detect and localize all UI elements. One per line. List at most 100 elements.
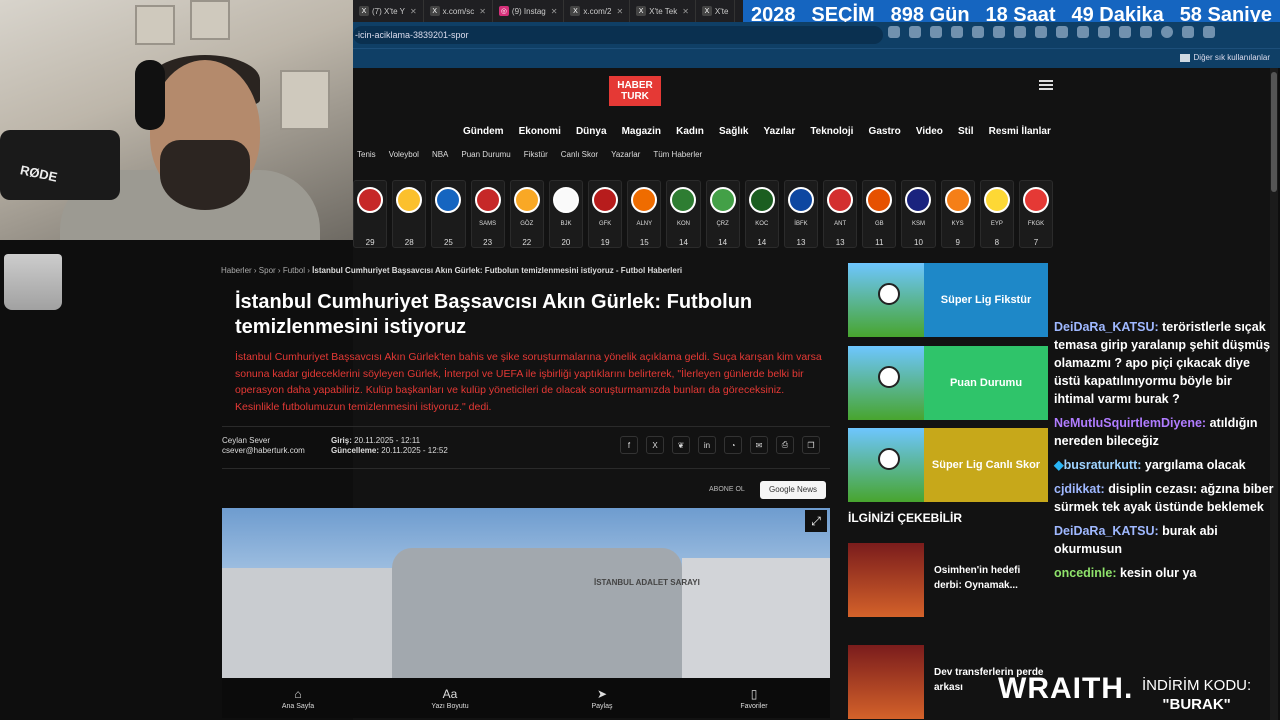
team-badge[interactable]: GÖZ 22 <box>509 180 544 248</box>
other-bookmarks[interactable]: Diğer sık kullanılanlar <box>1179 53 1270 62</box>
sub-nav-item[interactable]: Tüm Haberler <box>653 150 702 159</box>
main-nav-item[interactable]: Sağlık <box>719 126 748 137</box>
team-badge[interactable]: ÇRZ 14 <box>705 180 740 248</box>
x-icon: X <box>701 6 712 16</box>
extension-icon[interactable] <box>972 26 984 38</box>
sub-nav-item[interactable]: NBA <box>432 150 448 159</box>
subscribe-label: ABONE OL <box>709 486 745 493</box>
browser-tab[interactable]: ◎ (9) Instag ✕ <box>493 0 565 22</box>
team-badge[interactable]: KOC 14 <box>744 180 779 248</box>
x-icon[interactable]: X <box>646 436 664 454</box>
main-nav-item[interactable]: Gastro <box>869 126 901 137</box>
team-abbr: KYS <box>951 221 964 227</box>
star-icon[interactable] <box>909 26 921 38</box>
main-nav-item[interactable]: Yazılar <box>764 126 796 137</box>
home-button[interactable]: ⌂ Ana Sayfa <box>258 687 338 710</box>
team-badge[interactable]: 29 <box>353 180 388 248</box>
sub-nav-item[interactable]: Puan Durumu <box>461 150 510 159</box>
favorites-icon[interactable] <box>1098 26 1110 38</box>
sub-nav-item[interactable]: Tenis <box>357 150 376 159</box>
team-badge[interactable]: KON 14 <box>666 180 701 248</box>
team-badge[interactable]: KSM 10 <box>901 180 936 248</box>
more-icon[interactable] <box>1182 26 1194 38</box>
linkedin-icon[interactable]: in <box>698 436 716 454</box>
profile-icon[interactable] <box>1140 26 1152 38</box>
team-badge[interactable]: SAMS 23 <box>470 180 505 248</box>
favorites-button[interactable]: ▯ Favoriler <box>714 687 794 710</box>
copilot-icon[interactable] <box>1203 26 1215 38</box>
related-item[interactable]: Osimhen'in hedefi derbi: Oynamak... <box>848 543 1048 617</box>
close-icon[interactable]: ✕ <box>682 7 689 16</box>
breadcrumb-item[interactable]: Spor <box>259 266 276 275</box>
close-icon[interactable]: ✕ <box>410 7 417 16</box>
breadcrumb-item[interactable]: Futbol <box>283 266 305 275</box>
scrollbar-thumb[interactable] <box>1271 72 1277 192</box>
team-badge[interactable]: 28 <box>392 180 427 248</box>
main-nav-item[interactable]: Video <box>916 126 943 137</box>
expand-icon[interactable]: ⤢ <box>805 510 827 532</box>
close-icon[interactable]: ✕ <box>616 7 623 16</box>
toolbar-icons <box>888 26 1215 38</box>
font-size-button[interactable]: Aa Yazı Boyutu <box>410 687 490 710</box>
hamburger-menu-icon[interactable] <box>1039 80 1053 90</box>
sub-nav-item[interactable]: Voleybol <box>389 150 419 159</box>
main-nav-item[interactable]: Stil <box>958 126 974 137</box>
extension-icon[interactable] <box>1035 26 1047 38</box>
extension-icon[interactable] <box>993 26 1005 38</box>
team-badge[interactable]: ANT 13 <box>823 180 858 248</box>
team-badge[interactable]: İBFK 13 <box>783 180 819 248</box>
facebook-icon[interactable]: f <box>620 436 638 454</box>
share-button[interactable]: ➤ Paylaş <box>562 687 642 710</box>
fixture-card[interactable]: Süper Lig Fikstür <box>848 263 1048 337</box>
main-nav-item[interactable]: Resmi İlanlar <box>989 126 1051 137</box>
browser-tab[interactable]: X (7) X'te Y ✕ <box>353 0 424 22</box>
google-news-button[interactable]: Google News <box>760 481 826 499</box>
promo-code: İNDİRİM KODU: "BURAK" <box>1142 677 1252 713</box>
comment-icon[interactable]: ✉ <box>750 436 768 454</box>
browser-tab[interactable]: X X'te Tek ✕ <box>630 0 696 22</box>
sub-nav-item[interactable]: Yazarlar <box>611 150 640 159</box>
main-nav-item[interactable]: Kadın <box>676 126 704 137</box>
author-name[interactable]: Ceylan Sever <box>222 436 305 446</box>
team-badge[interactable]: EYP 8 <box>979 180 1014 248</box>
sidebar-icon[interactable] <box>1077 26 1089 38</box>
breadcrumb-item[interactable]: Haberler <box>221 266 252 275</box>
author-email[interactable]: csever@haberturk.com <box>222 446 305 456</box>
main-nav-item[interactable]: Teknoloji <box>810 126 853 137</box>
sub-nav-item[interactable]: Canlı Skor <box>561 150 598 159</box>
browser-tab[interactable]: Xx.com/sc ✕ <box>424 0 493 22</box>
team-logo-icon <box>866 187 893 213</box>
copy-icon[interactable]: ❐ <box>802 436 820 454</box>
team-badge[interactable]: KYS 9 <box>940 180 975 248</box>
team-badge[interactable]: GFK 19 <box>588 180 623 248</box>
bluesky-icon[interactable]: ❦ <box>672 436 690 454</box>
team-badge[interactable]: GB 11 <box>862 180 897 248</box>
whatsapp-icon[interactable]: ◔ <box>724 436 742 454</box>
collections-icon[interactable] <box>1119 26 1131 38</box>
team-badge[interactable]: 25 <box>431 180 466 248</box>
standings-card[interactable]: Puan Durumu <box>848 346 1048 420</box>
split-icon[interactable] <box>1056 26 1068 38</box>
close-icon[interactable]: ✕ <box>479 7 486 16</box>
main-nav-item[interactable]: Gündem <box>463 126 504 137</box>
main-nav-item[interactable]: Dünya <box>576 126 607 137</box>
main-nav-item[interactable]: Ekonomi <box>519 126 561 137</box>
sub-nav-item[interactable]: Fikstür <box>524 150 548 159</box>
close-icon[interactable]: ✕ <box>551 7 558 16</box>
address-bar[interactable]: -icin-aciklama-3839201-spor <box>353 26 883 44</box>
team-badge[interactable]: BJK 20 <box>548 180 584 248</box>
reader-icon[interactable] <box>888 26 900 38</box>
team-badge[interactable]: FKGK 7 <box>1018 180 1054 248</box>
extension-icon[interactable] <box>951 26 963 38</box>
extension-icon[interactable] <box>1014 26 1026 38</box>
site-logo[interactable]: HABER TURK <box>609 76 661 106</box>
team-badge[interactable]: ALNY 15 <box>627 180 662 248</box>
avatar[interactable] <box>1161 26 1173 38</box>
browser-tab[interactable]: X X'te <box>696 0 736 22</box>
team-logo-icon <box>474 187 501 213</box>
extension-icon[interactable] <box>930 26 942 38</box>
browser-tab[interactable]: Xx.com/2 ✕ <box>564 0 631 22</box>
main-nav-item[interactable]: Magazin <box>622 126 661 137</box>
live-score-card[interactable]: Süper Lig Canlı Skor <box>848 428 1048 502</box>
print-icon[interactable]: ⎙ <box>776 436 794 454</box>
